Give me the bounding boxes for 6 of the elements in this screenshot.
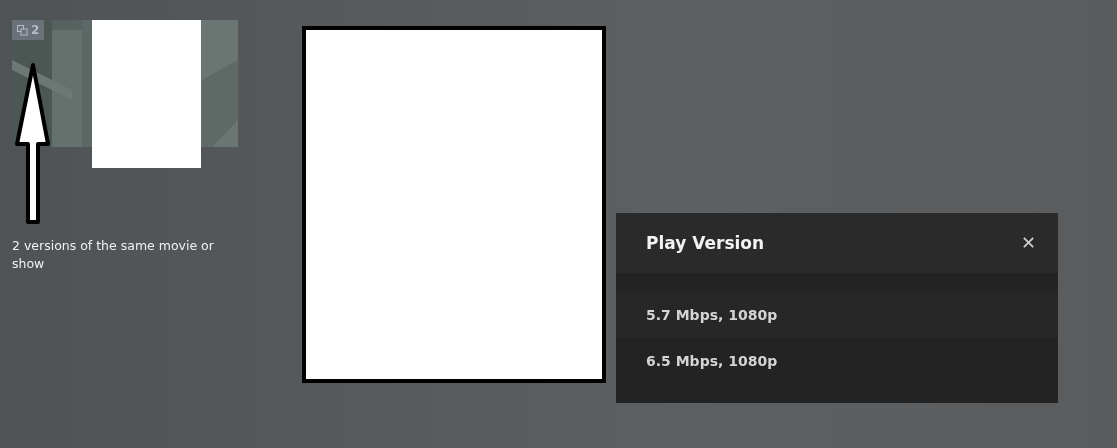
version-option[interactable]: 5.7 Mbps, 1080p: [646, 304, 778, 326]
version-count-badge: 2: [12, 20, 45, 40]
annotation-caption: 2 versions of the same movie or show: [12, 237, 215, 273]
close-button[interactable]: ✕: [1020, 234, 1036, 252]
dialog-title: Play Version: [646, 232, 765, 254]
version-option[interactable]: 6.5 Mbps, 1080p: [646, 350, 778, 372]
